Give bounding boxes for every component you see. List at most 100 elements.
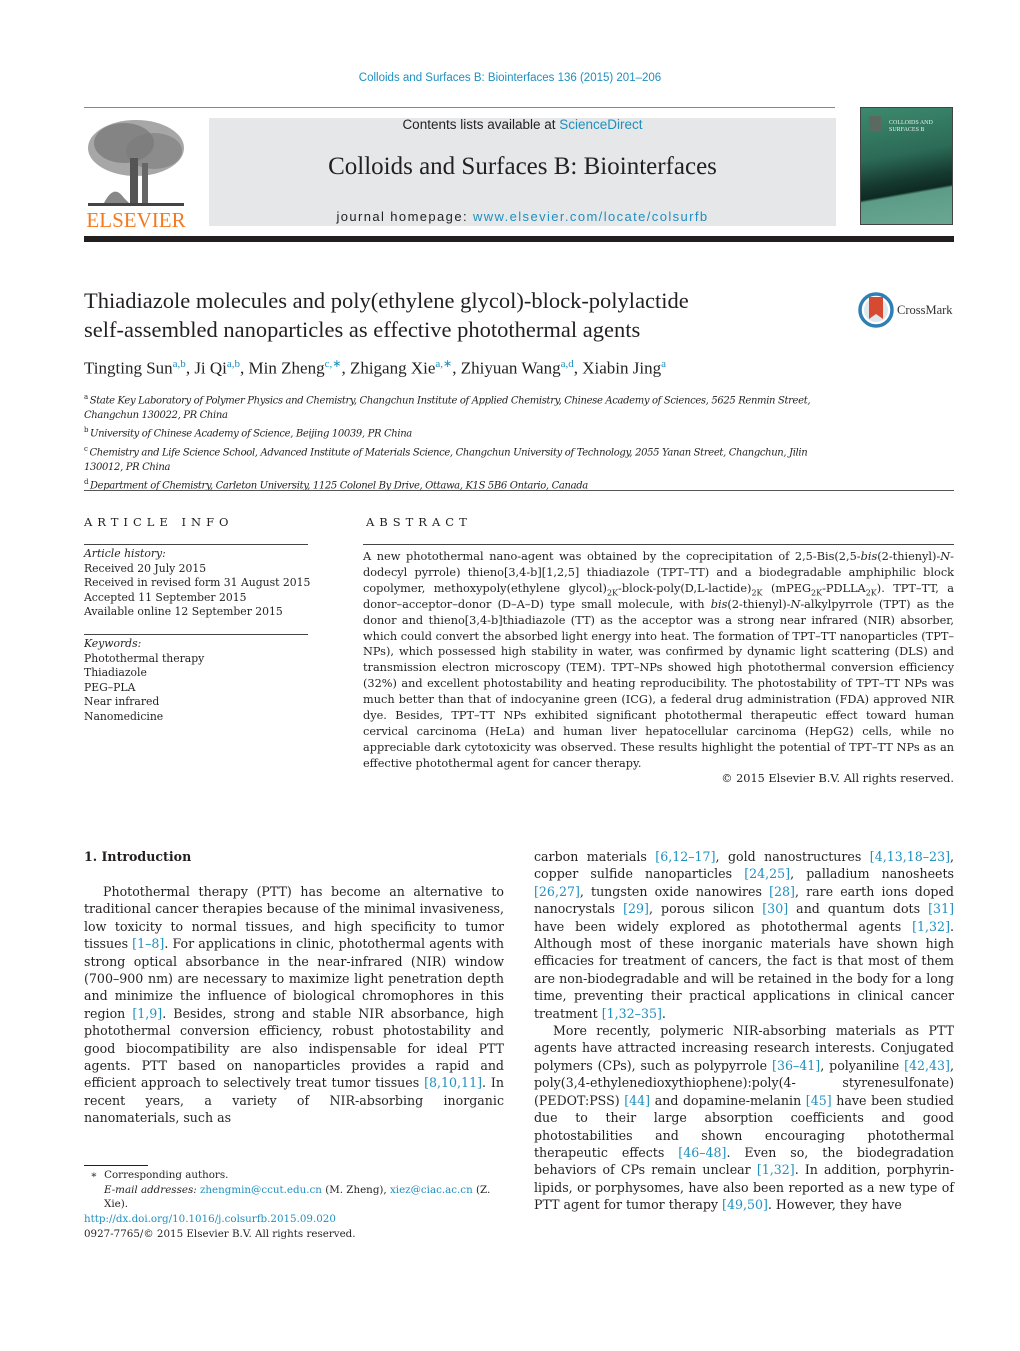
section-heading-introduction: 1. Introduction <box>84 849 192 864</box>
doi-link[interactable]: http://dx.doi.org/10.1016/j.colsurfb.201… <box>84 1213 336 1225</box>
body-text: . However, they have <box>767 1197 902 1213</box>
abstract-heading: ABSTRACT <box>366 515 472 529</box>
keyword: PEG–PLA <box>84 680 136 694</box>
author-affiliation-marker[interactable]: a,b <box>173 358 186 370</box>
email-link-xie[interactable]: xiez@ciac.ac.cn <box>390 1184 473 1196</box>
elsevier-wordmark: ELSEVIER <box>86 208 185 231</box>
email-note: E-mail addresses: zhengmin@ccut.edu.cn (… <box>104 1183 491 1211</box>
author-affiliation-marker[interactable]: c,∗ <box>325 358 342 370</box>
history-item: Available online 12 September 2015 <box>84 605 283 618</box>
author-name[interactable]: Zhigang Xie <box>350 359 435 378</box>
keyword: Photothermal therapy <box>84 651 205 665</box>
journal-title: Colloids and Surfaces B: Biointerfaces <box>328 153 717 180</box>
citation-link[interactable]: [4,13,18–23] <box>870 849 950 864</box>
corresponding-note: ∗ Corresponding authors. <box>90 1169 229 1181</box>
article-history: Article history: Received 20 July 2015 R… <box>84 547 314 620</box>
author-name[interactable]: Ji Qi <box>194 359 227 378</box>
body-text: have been widely explored as phototherma… <box>534 918 913 934</box>
citation-link[interactable]: [46–48] <box>678 1145 726 1160</box>
cover-logo-icon <box>869 116 881 132</box>
author-affiliation-marker[interactable]: a <box>661 358 666 370</box>
citation-link[interactable]: [1,32] <box>912 919 950 934</box>
citation-link[interactable]: [1,9] <box>132 1006 162 1021</box>
history-item: Received in revised form 31 August 2015 <box>84 576 311 589</box>
journal-cover-thumbnail[interactable]: COLLOIDS AND SURFACES B <box>860 107 953 225</box>
history-item: Received 20 July 2015 <box>84 561 207 575</box>
body-text: and dopamine-melanin <box>650 1092 806 1108</box>
body-text: , polyaniline <box>820 1057 905 1073</box>
citation-link[interactable]: [8,10,11] <box>424 1075 482 1090</box>
citation-link[interactable]: [45] <box>806 1093 832 1108</box>
email-link-zheng[interactable]: zhengmin@ccut.edu.cn <box>200 1184 322 1196</box>
homepage-link[interactable]: www.elsevier.com/locate/colsurfb <box>473 209 709 224</box>
sciencedirect-link[interactable]: ScienceDirect <box>559 117 642 132</box>
author-name[interactable]: Zhiyuan Wang <box>461 359 561 378</box>
body-text: , palladium nanosheets <box>790 866 954 882</box>
citation-link[interactable]: [49,50] <box>722 1197 768 1212</box>
separator: , <box>573 358 583 378</box>
body-column-right: carbon materials [6,12–17], gold nanostr… <box>534 848 954 1214</box>
affiliation: b University of Chinese Academy of Scien… <box>84 423 824 442</box>
journal-homepage: journal homepage: www.elsevier.com/locat… <box>209 209 836 224</box>
keywords: Keywords: Photothermal therapy Thiadiazo… <box>84 637 314 724</box>
author-name[interactable]: Xiabin Jing <box>582 359 661 378</box>
footnotes: ∗ Corresponding authors. E-mail addresse… <box>84 1168 514 1212</box>
crossmark-icon <box>858 292 894 328</box>
citation-link[interactable]: [28] <box>769 884 795 899</box>
history-label: Article history: <box>84 547 166 560</box>
header-rule <box>84 107 835 108</box>
author-affiliation-marker[interactable]: a,b <box>227 358 240 370</box>
abstract-rule <box>363 544 954 545</box>
citation-link[interactable]: [30] <box>762 901 788 916</box>
article-info-rule <box>84 544 308 545</box>
affiliation-text: State Key Laboratory of Polymer Physics … <box>84 395 811 421</box>
footnote-rule <box>84 1165 148 1166</box>
citation-link[interactable]: [42,43] <box>904 1058 950 1073</box>
keyword: Near infrared <box>84 695 160 708</box>
crossmark-button[interactable]: CrossMark <box>858 290 958 330</box>
author-affiliation-marker[interactable]: a,∗ <box>435 358 452 370</box>
cover-title: COLLOIDS AND SURFACES B <box>889 120 933 133</box>
affiliations: a State Key Laboratory of Polymer Physic… <box>84 390 824 494</box>
elsevier-tree-icon: ELSEVIER <box>86 120 186 232</box>
abstract-text: A new photothermal nano-agent was obtain… <box>363 550 955 770</box>
citation-link[interactable]: [29] <box>623 901 649 916</box>
issn-line: 0927-7765/© 2015 Elsevier B.V. All right… <box>84 1227 356 1240</box>
body-text: and quantum dots <box>788 901 929 917</box>
journal-reference[interactable]: Colloids and Surfaces B: Biointerfaces 1… <box>0 72 1020 84</box>
header-thick-rule <box>84 236 954 242</box>
keyword: Thiadiazole <box>84 666 147 679</box>
keywords-rule <box>84 634 308 635</box>
citation-link[interactable]: [6,12–17] <box>655 849 715 864</box>
separator: , <box>240 358 249 378</box>
article-info-heading: ARTICLE INFO <box>84 515 234 529</box>
citation-link[interactable]: [1–8] <box>132 936 164 951</box>
citation-link[interactable]: [31] <box>928 901 954 916</box>
separator: , <box>341 358 350 378</box>
author-list: Tingting Suna,b, Ji Qia,b, Min Zhengc,∗,… <box>84 357 954 379</box>
keyword: Nanomedicine <box>84 709 164 723</box>
citation-link[interactable]: [1,32] <box>757 1162 795 1177</box>
history-item: Accepted 11 September 2015 <box>84 590 247 604</box>
author-affiliation-marker[interactable]: a,d <box>561 358 574 370</box>
affiliation: a State Key Laboratory of Polymer Physic… <box>84 390 824 423</box>
keywords-label: Keywords: <box>84 637 142 650</box>
citation-link[interactable]: [36–41] <box>772 1058 820 1073</box>
body-text: . <box>661 1005 666 1021</box>
doi-block: http://dx.doi.org/10.1016/j.colsurfb.201… <box>84 1212 514 1241</box>
author-name[interactable]: Tingting Sun <box>84 359 173 378</box>
body-text: carbon materials <box>534 849 656 864</box>
elsevier-logo[interactable]: ELSEVIER <box>84 113 188 232</box>
body-column-left: Photothermal therapy (PTT) has become an… <box>84 883 504 1127</box>
citation-link[interactable]: [1,32–35] <box>602 1006 662 1021</box>
separator: , <box>452 358 461 378</box>
citation-link[interactable]: [26,27] <box>534 884 580 899</box>
affiliation: c Chemistry and Life Science School, Adv… <box>84 442 824 475</box>
homepage-prefix: journal homepage: <box>336 209 473 224</box>
contents-line: Contents lists available at ScienceDirec… <box>209 117 836 132</box>
body-text: , tungsten oxide nanowires <box>579 883 770 899</box>
paragraph: More recently, polymeric NIR-absorbing m… <box>534 1022 954 1213</box>
author-name[interactable]: Min Zheng <box>249 359 325 378</box>
citation-link[interactable]: [24,25] <box>744 866 790 881</box>
citation-link[interactable]: [44] <box>624 1093 650 1108</box>
